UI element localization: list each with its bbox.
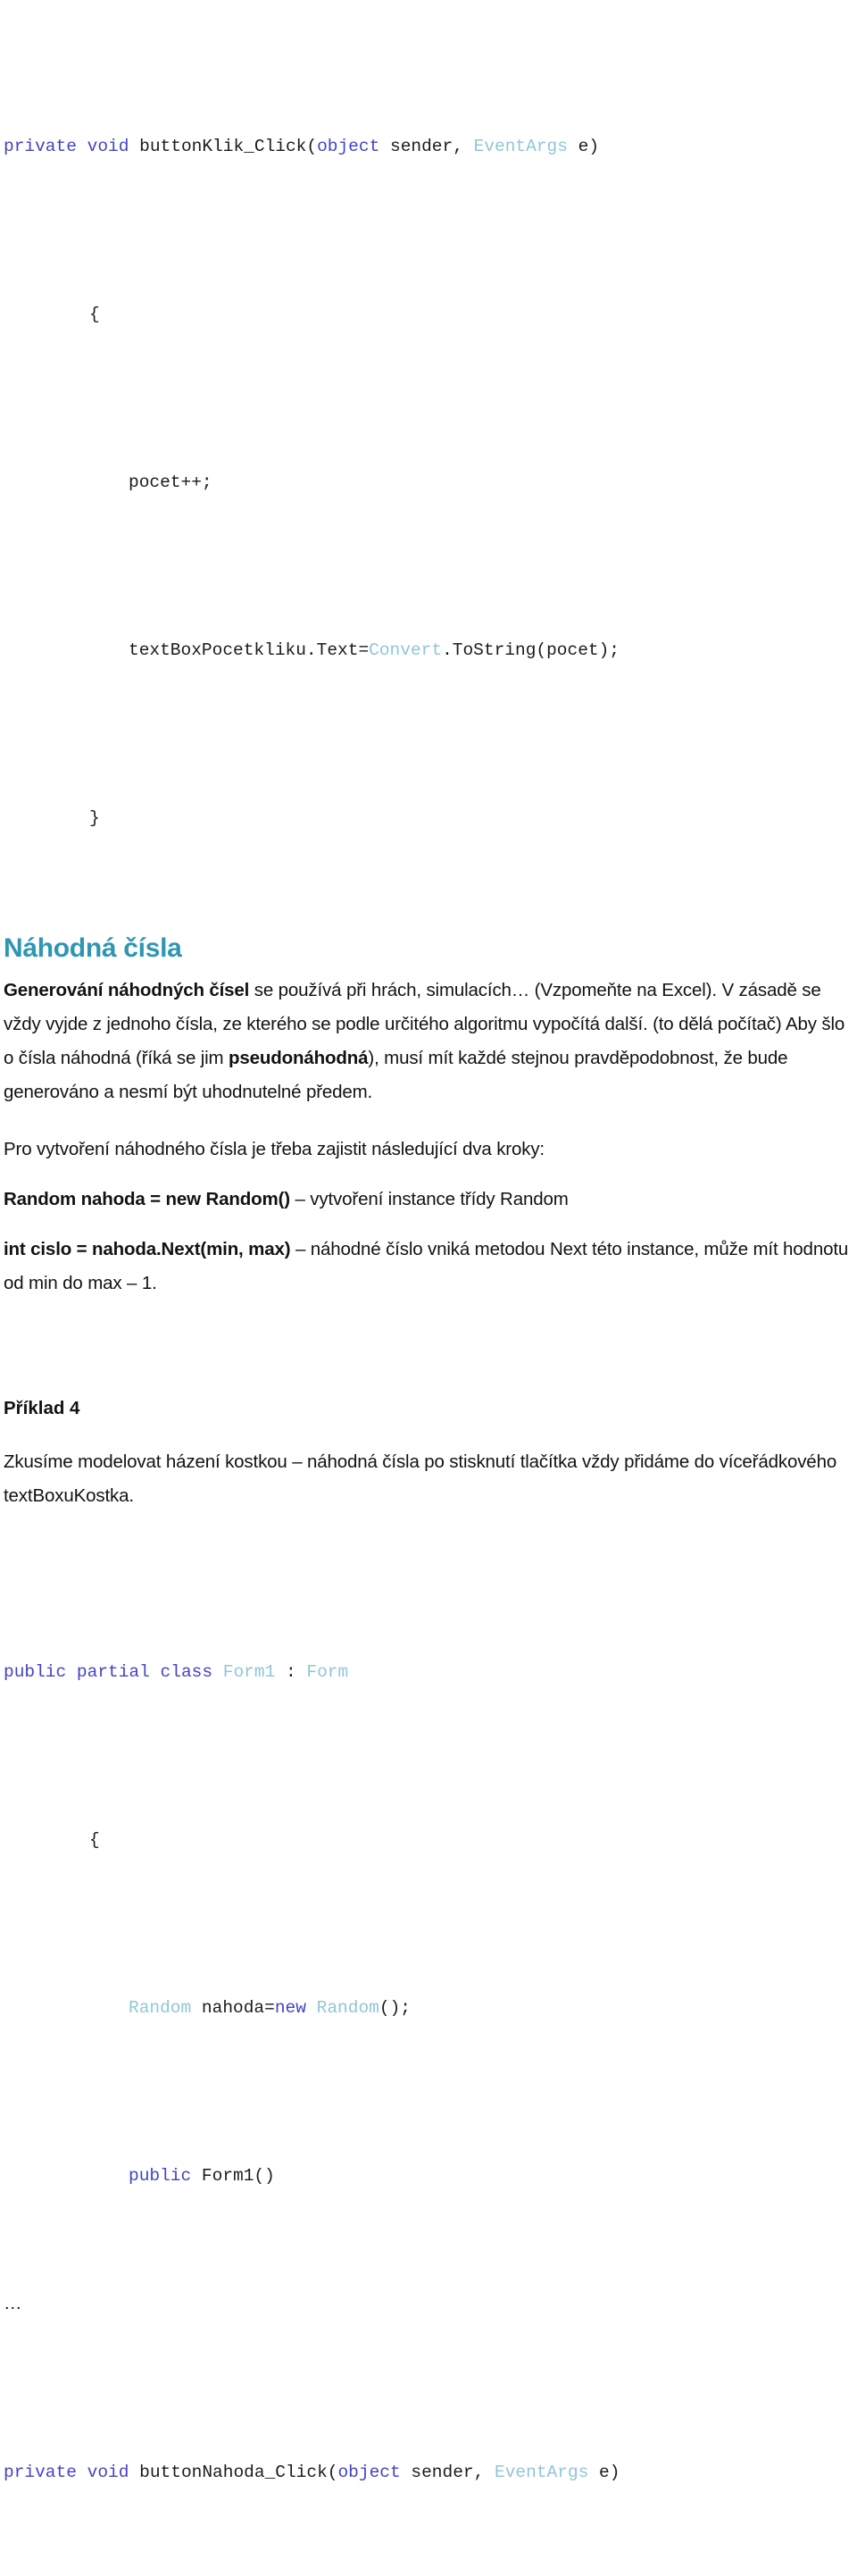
paragraph-two-steps: Pro vytvoření náhodného čísla je třeba z… — [4, 1139, 545, 1159]
code-text: : — [275, 1662, 307, 1682]
bold-generovani-nahodnych-cisel: Generování náhodných čísel — [4, 980, 250, 1000]
code-line: private void buttonNahoda_Click(object s… — [4, 2452, 850, 2494]
code-line: textBoxPocetkliku.Text=Convert.ToString(… — [4, 630, 850, 672]
code-text: e) — [567, 137, 600, 156]
code-text: Form1() — [191, 2166, 275, 2186]
code-line-close-brace: } — [89, 808, 100, 828]
code-line: public partial class Form1 : Form — [4, 1652, 850, 1694]
keyword-public: public — [4, 1662, 67, 1682]
document-page: private void buttonKlik_Click(object sen… — [0, 0, 857, 2576]
code-line: private void buttonKlik_Click(object sen… — [4, 126, 850, 168]
keyword-object: object — [337, 2463, 401, 2482]
heading-example-4: Příklad 4 — [4, 1398, 80, 1418]
code-block-button-nahoda: private void buttonNahoda_Click(object s… — [4, 2326, 850, 2576]
code-text: nahoda= — [191, 1998, 275, 2018]
step-random-next: int cislo = nahoda.Next(min, max) – náho… — [4, 1233, 850, 1301]
keyword-object: object — [317, 137, 380, 156]
code-line: public Form1() — [4, 2155, 850, 2197]
code-line-open-brace: { — [89, 1830, 100, 1850]
page-heading-random-numbers: Náhodná čísla — [4, 933, 182, 963]
keyword-void: void — [87, 2463, 129, 2482]
bold-pseudonahodna: pseudonáhodná — [229, 1048, 369, 1068]
type-random: Random — [129, 1998, 192, 2018]
code-text: .ToString(pocet); — [442, 640, 620, 660]
code-text: buttonNahoda_Click( — [139, 2463, 338, 2482]
type-eventargs: EventArgs — [473, 137, 568, 156]
code-text: sender, — [400, 2463, 495, 2482]
type-convert: Convert — [369, 640, 443, 660]
type-random-ctor: Random — [316, 1998, 379, 2018]
bold-int-cislo-nahoda-next: int cislo = nahoda.Next(min, max) — [4, 1239, 291, 1259]
keyword-private: private — [4, 2463, 77, 2482]
code-ellipsis-marker: … — [4, 2293, 22, 2313]
keyword-private: private — [4, 137, 77, 156]
step-text: – vytvoření instance třídy Random — [289, 1189, 569, 1209]
code-line-pocet-increment: pocet++; — [129, 473, 212, 492]
code-text: buttonKlik_Click( — [139, 137, 318, 156]
type-eventargs: EventArgs — [495, 2463, 589, 2482]
step-random-instance: Random nahoda = new Random() – vytvoření… — [4, 1183, 850, 1217]
keyword-new: new — [274, 1998, 306, 2018]
keyword-class: class — [160, 1662, 213, 1682]
bold-random-nahoda-new-random: Random nahoda = new Random() — [4, 1189, 290, 1209]
type-form1: Form1 — [222, 1662, 276, 1682]
keyword-partial: partial — [76, 1662, 150, 1682]
type-form: Form — [306, 1662, 349, 1682]
code-text: e) — [588, 2463, 620, 2482]
code-text: textBoxPocetkliku.Text= — [129, 640, 370, 660]
paragraph-random-intro: Generování náhodných čísel se používá př… — [4, 974, 850, 1109]
code-line: Random nahoda=new Random(); — [4, 1987, 850, 2029]
code-line-open-brace: { — [89, 305, 100, 324]
code-block-button-klik: private void buttonKlik_Click(object sen… — [4, 0, 850, 924]
paragraph-example-4: Zkusíme modelovat házení kostkou – náhod… — [4, 1451, 837, 1506]
code-text: sender, — [379, 137, 474, 156]
keyword-public: public — [129, 2166, 192, 2186]
code-block-form1-class: public partial class Form1 : Form { Rand… — [4, 1526, 850, 2281]
keyword-void: void — [87, 137, 129, 156]
code-text: (); — [379, 1998, 411, 2018]
